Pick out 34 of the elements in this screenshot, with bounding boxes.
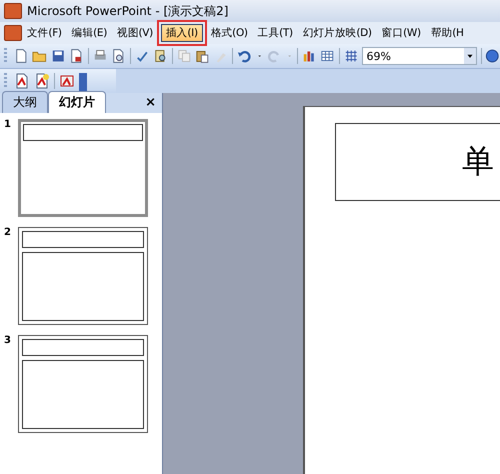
table-icon[interactable] <box>320 48 335 64</box>
print-preview-icon[interactable] <box>111 48 126 64</box>
pdf-icon[interactable] <box>14 73 30 89</box>
menu-item[interactable]: 幻灯片放映(D) <box>298 24 377 42</box>
app-icon <box>4 3 22 19</box>
pane-tab[interactable]: 幻灯片 <box>48 91 106 113</box>
menu-item[interactable]: 帮助(H <box>426 24 469 42</box>
menu-item[interactable]: 编辑(E) <box>66 24 112 42</box>
close-button[interactable]: × <box>145 95 156 110</box>
menu-item[interactable]: 文件(F) <box>22 24 67 42</box>
zoom-combo[interactable]: 69% <box>362 47 477 65</box>
save-icon[interactable] <box>50 48 66 64</box>
slide-number: 3 <box>4 335 12 348</box>
slide-thumbnail[interactable] <box>18 119 148 217</box>
menu-item[interactable]: 窗口(W) <box>376 24 426 42</box>
paste-icon[interactable] <box>195 48 210 64</box>
document-lock-icon[interactable] <box>69 48 84 64</box>
undo-icon[interactable] <box>237 48 252 64</box>
menu-item[interactable]: 格式(O) <box>206 24 253 42</box>
grid-icon[interactable] <box>344 48 358 64</box>
slide-number: 2 <box>4 227 12 240</box>
slide-thumbnail[interactable] <box>18 335 148 433</box>
window-title: Microsoft PowerPoint - [演示文稿2] <box>27 2 228 20</box>
new-document-icon[interactable] <box>14 48 28 64</box>
menu-item[interactable]: 视图(V) <box>112 24 158 42</box>
toolbar-options-button[interactable] <box>79 73 87 93</box>
pane-tab[interactable]: 大纲 <box>2 91 48 113</box>
slide-thumbnail[interactable] <box>18 227 148 325</box>
menu-item[interactable]: 工具(T) <box>252 24 298 42</box>
pdf-icon[interactable] <box>59 73 75 89</box>
pdf-icon[interactable] <box>34 73 50 89</box>
title-placeholder[interactable]: 单 <box>335 123 500 201</box>
research-icon[interactable] <box>153 48 168 64</box>
slide-number: 1 <box>4 119 12 132</box>
